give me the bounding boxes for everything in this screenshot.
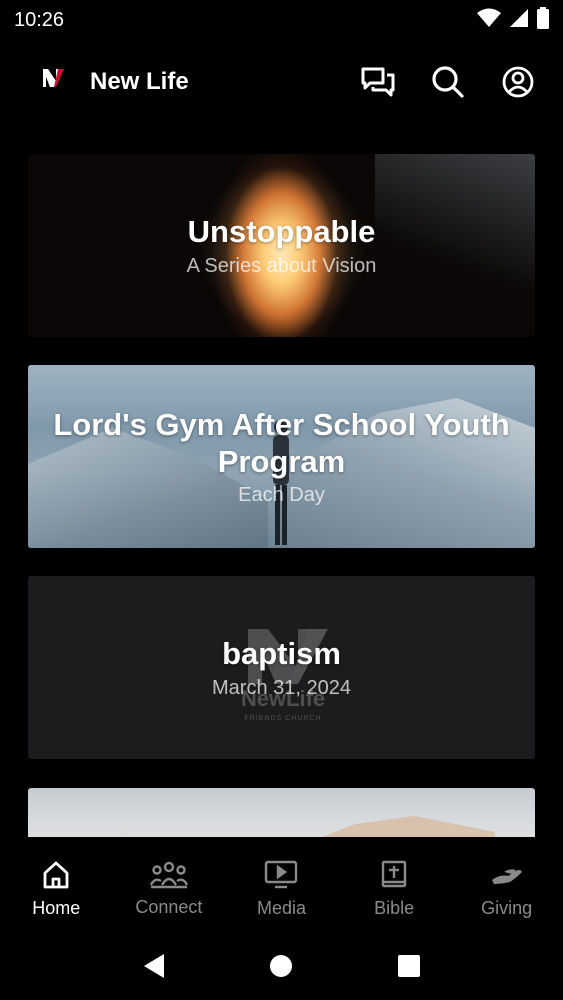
home-nav-button[interactable] xyxy=(269,954,293,983)
feature-card-lords-gym[interactable]: Lord's Gym After School Youth Program Ea… xyxy=(28,365,535,548)
tab-connect[interactable]: Connect xyxy=(113,861,225,918)
tab-label: Giving xyxy=(481,897,533,918)
status-bar: 10:26 xyxy=(0,0,563,40)
tab-giving[interactable]: Giving xyxy=(451,860,563,919)
header-actions xyxy=(361,65,535,99)
app-header: New Life xyxy=(0,52,563,112)
wifi-icon xyxy=(477,8,501,33)
bottom-tab-bar: Home Connect Media Bible Giving xyxy=(0,837,563,937)
home-circle-icon xyxy=(270,955,293,977)
tab-media[interactable]: Media xyxy=(225,860,337,919)
back-button[interactable] xyxy=(142,953,166,984)
bible-icon xyxy=(381,860,407,887)
chat-icon xyxy=(361,67,395,97)
recents-button[interactable] xyxy=(397,954,421,983)
tab-bible[interactable]: Bible xyxy=(338,860,450,919)
card-image-partial xyxy=(295,816,495,837)
messages-button[interactable] xyxy=(361,65,395,99)
watermark-subtext: FRIENDS CHURCH xyxy=(245,715,322,722)
app-logo xyxy=(40,67,66,97)
search-icon xyxy=(432,66,464,98)
battery-icon xyxy=(537,6,549,34)
tab-label: Connect xyxy=(135,896,203,917)
search-button[interactable] xyxy=(431,65,465,99)
home-icon xyxy=(43,861,69,888)
recents-square-icon xyxy=(398,955,421,977)
people-icon xyxy=(149,861,188,888)
app-title: New Life xyxy=(90,68,189,95)
tab-home[interactable]: Home xyxy=(0,860,112,919)
tab-label: Home xyxy=(32,897,81,918)
account-circle-icon xyxy=(502,66,534,98)
card-subtitle: March 31, 2024 xyxy=(212,676,351,699)
card-title: baptism xyxy=(222,636,341,672)
system-nav-bar xyxy=(0,937,563,1000)
card-title: Lord's Gym After School Youth Program xyxy=(53,406,510,479)
status-icons xyxy=(477,6,549,34)
play-screen-icon xyxy=(265,860,298,888)
light-beam xyxy=(375,154,535,337)
tab-label: Bible xyxy=(374,897,415,918)
status-time: 10:26 xyxy=(14,8,65,31)
content-feed[interactable]: Unstoppable A Series about Vision Lord's… xyxy=(0,150,563,837)
tab-label: Media xyxy=(256,897,306,918)
card-subtitle: Each Day xyxy=(238,484,325,507)
card-title: Unstoppable xyxy=(187,214,376,250)
profile-button[interactable] xyxy=(501,65,535,99)
giving-hand-icon xyxy=(491,868,522,884)
feature-card-partial[interactable] xyxy=(28,788,535,837)
back-triangle-icon xyxy=(143,954,164,978)
card-subtitle: A Series about Vision xyxy=(186,254,377,277)
feature-card-unstoppable[interactable]: Unstoppable A Series about Vision xyxy=(28,154,535,337)
feature-card-baptism[interactable]: NewLife FRIENDS CHURCH baptism March 31,… xyxy=(28,576,535,759)
signal-icon xyxy=(509,8,529,33)
